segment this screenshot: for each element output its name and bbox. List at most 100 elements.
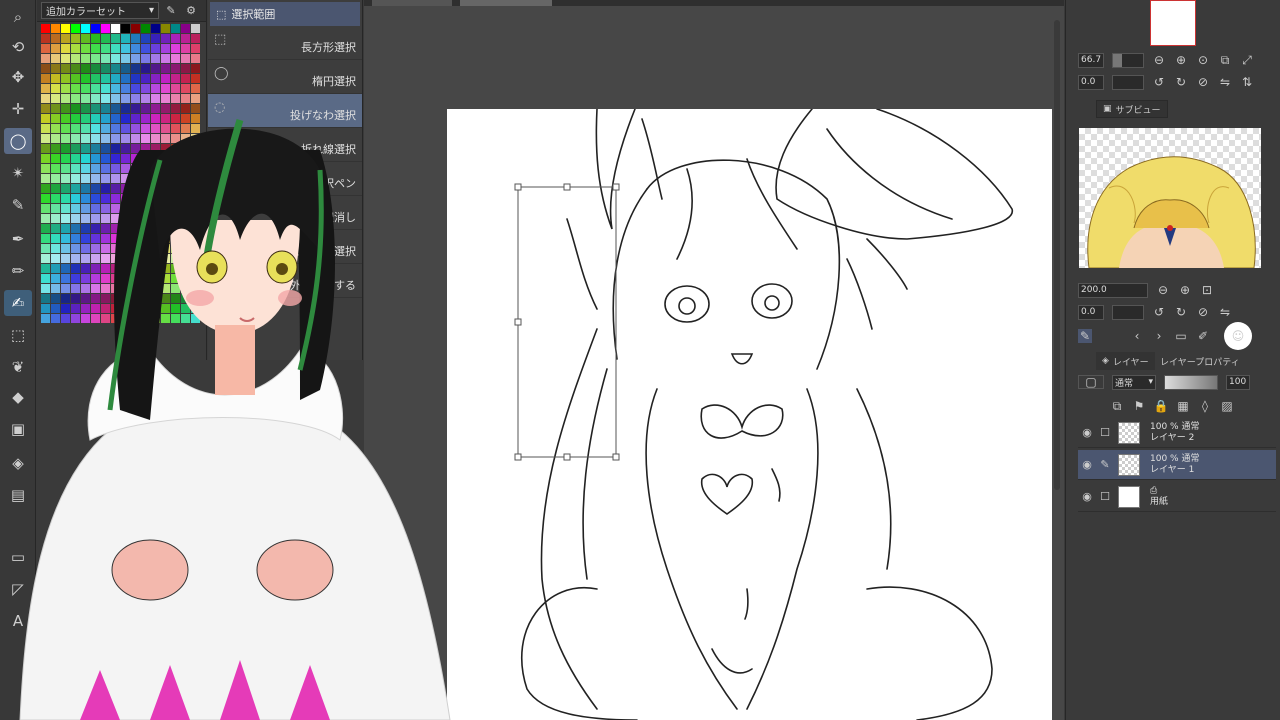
color-swatch[interactable] [41, 34, 50, 43]
navigator-zoom-value[interactable]: 66.7 [1078, 52, 1104, 68]
color-swatch[interactable] [91, 54, 100, 63]
color-swatch[interactable] [61, 74, 70, 83]
color-swatch[interactable] [171, 24, 180, 33]
color-swatch[interactable] [71, 94, 80, 103]
color-swatch[interactable] [121, 54, 130, 63]
color-swatch[interactable] [61, 54, 70, 63]
color-swatch[interactable] [121, 84, 130, 93]
color-swatch[interactable] [91, 44, 100, 53]
color-swatch[interactable] [111, 24, 120, 33]
color-swatch[interactable] [191, 54, 200, 63]
color-swatch[interactable] [161, 24, 170, 33]
color-swatch[interactable] [141, 84, 150, 93]
color-swatch[interactable] [151, 74, 160, 83]
opacity-slider[interactable] [1164, 374, 1218, 390]
color-swatch[interactable] [181, 24, 190, 33]
color-swatch[interactable] [41, 84, 50, 93]
color-swatch[interactable] [131, 54, 140, 63]
color-swatch[interactable] [51, 74, 60, 83]
color-swatch[interactable] [81, 54, 90, 63]
color-swatch[interactable] [191, 74, 200, 83]
color-swatch[interactable] [131, 44, 140, 53]
canvas-area[interactable] [364, 0, 1064, 720]
color-swatch[interactable] [121, 34, 130, 43]
eye-icon[interactable]: ◉ [1078, 426, 1096, 439]
reset-rotate-icon[interactable]: ⊘ [1196, 75, 1210, 89]
color-swatch[interactable] [181, 84, 190, 93]
next-image-icon[interactable]: › [1152, 329, 1166, 343]
copy-icon[interactable]: ⧉ [1110, 399, 1124, 413]
color-swatch[interactable] [41, 24, 50, 33]
color-swatch[interactable] [131, 94, 140, 103]
color-swatch[interactable] [191, 24, 200, 33]
color-swatch[interactable] [181, 74, 190, 83]
lock-transparent-icon[interactable]: ▦ [1176, 399, 1190, 413]
actual-size-icon[interactable]: ⧉ [1218, 53, 1232, 67]
color-swatch[interactable] [171, 94, 180, 103]
color-swatch[interactable] [111, 74, 120, 83]
color-swatch[interactable] [131, 84, 140, 93]
color-swatch[interactable] [161, 54, 170, 63]
edit-icon[interactable]: ✐ [1196, 329, 1210, 343]
color-swatch[interactable] [151, 94, 160, 103]
fit-window-icon[interactable]: ⤢ [1240, 53, 1254, 67]
prev-image-icon[interactable]: ‹ [1130, 329, 1144, 343]
color-swatch[interactable] [131, 64, 140, 73]
color-swatch[interactable] [111, 94, 120, 103]
color-swatch[interactable] [121, 74, 130, 83]
color-swatch[interactable] [121, 94, 130, 103]
color-swatch[interactable] [111, 44, 120, 53]
color-swatch[interactable] [91, 34, 100, 43]
color-swatch[interactable] [51, 24, 60, 33]
color-swatch[interactable] [51, 64, 60, 73]
color-swatch[interactable] [101, 64, 110, 73]
color-swatch[interactable] [181, 64, 190, 73]
color-swatch[interactable] [191, 94, 200, 103]
color-swatch[interactable] [81, 84, 90, 93]
color-swatch[interactable] [111, 64, 120, 73]
color-swatch[interactable] [141, 94, 150, 103]
eyedropper-icon[interactable]: ✎ [1078, 329, 1092, 343]
rotate-right-icon[interactable]: ↻ [1174, 75, 1188, 89]
color-swatch[interactable] [141, 24, 150, 33]
color-swatch[interactable] [51, 94, 60, 103]
color-swatch[interactable] [181, 94, 190, 103]
color-swatch[interactable] [91, 64, 100, 73]
color-swatch[interactable] [91, 84, 100, 93]
operation-tool-icon[interactable]: ✥ [4, 64, 32, 90]
layer-row-active[interactable]: ◉ ✎ 100 % 通常 レイヤー 1 [1078, 450, 1276, 480]
rotate-right-icon[interactable]: ↻ [1174, 305, 1188, 319]
zoom-tool-icon[interactable]: ⌕ [4, 4, 32, 30]
color-swatch[interactable] [41, 64, 50, 73]
color-swatch[interactable] [171, 44, 180, 53]
color-swatch[interactable] [141, 34, 150, 43]
color-swatch[interactable] [81, 34, 90, 43]
color-swatch[interactable] [171, 74, 180, 83]
color-swatch[interactable] [181, 44, 190, 53]
color-swatch[interactable] [141, 64, 150, 73]
color-swatch[interactable] [141, 54, 150, 63]
layer-row-paper[interactable]: ◉ ☐ ⎙ 用紙 [1078, 482, 1276, 512]
navigator-rotate-value[interactable]: 0.0 [1078, 74, 1104, 90]
color-swatch[interactable] [91, 94, 100, 103]
sub-tool-ellipse[interactable]: ◯ 楕円選択 [208, 60, 362, 94]
draft-icon[interactable]: ◊ [1198, 399, 1212, 413]
color-swatch[interactable] [131, 74, 140, 83]
zoom-in-icon[interactable]: ⊕ [1178, 283, 1192, 297]
color-swatch[interactable] [121, 64, 130, 73]
color-swatch[interactable] [151, 24, 160, 33]
move-tool-icon[interactable]: ⟲ [4, 34, 32, 60]
color-swatch[interactable] [121, 24, 130, 33]
color-swatch[interactable] [41, 74, 50, 83]
color-swatch[interactable] [151, 54, 160, 63]
navigator-rotate-slider[interactable] [1112, 74, 1144, 90]
color-swatch[interactable] [101, 94, 110, 103]
reset-rotate-icon[interactable]: ⊘ [1196, 305, 1210, 319]
color-swatch[interactable] [51, 34, 60, 43]
color-swatch[interactable] [81, 44, 90, 53]
color-swatch[interactable] [151, 84, 160, 93]
subview-rotate-value[interactable]: 0.0 [1078, 304, 1104, 320]
color-swatch[interactable] [51, 84, 60, 93]
sub-view-preview[interactable] [1079, 128, 1261, 268]
color-swatch[interactable] [81, 24, 90, 33]
